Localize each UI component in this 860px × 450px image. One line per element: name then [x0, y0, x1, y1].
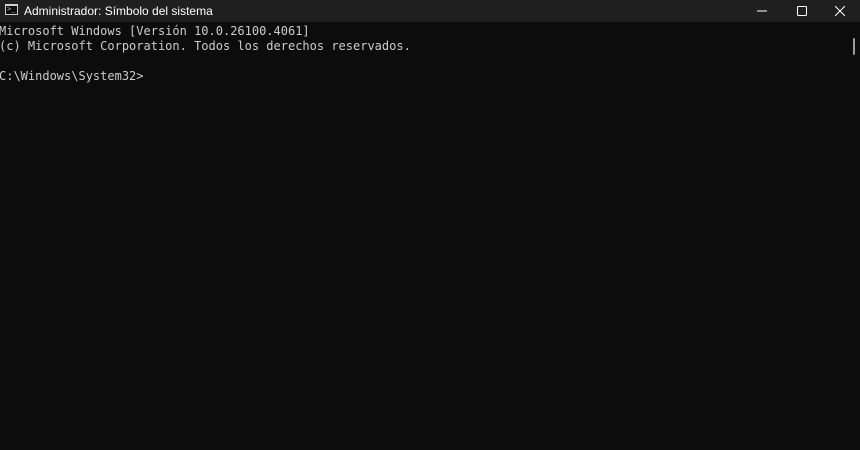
- title-bar[interactable]: >_ Administrador: Símbolo del sistema: [0, 0, 860, 22]
- terminal-output[interactable]: Microsoft Windows [Versión 10.0.26100.40…: [0, 22, 848, 450]
- vertical-scrollbar[interactable]: [848, 22, 860, 450]
- close-button[interactable]: [820, 0, 860, 22]
- minimize-button[interactable]: [742, 0, 782, 22]
- minimize-icon: [757, 10, 767, 12]
- version-line: Microsoft Windows [Versión 10.0.26100.40…: [0, 24, 310, 38]
- terminal-window: >_ Administrador: Símbolo del sistema Mi…: [0, 0, 860, 450]
- maximize-icon: [797, 6, 807, 16]
- command-prompt[interactable]: C:\Windows\System32>: [0, 69, 848, 84]
- prompt-glyph: >_: [7, 5, 16, 13]
- close-icon: [835, 6, 845, 16]
- scrollbar-thumb[interactable]: [853, 38, 855, 55]
- maximize-button[interactable]: [782, 0, 822, 22]
- copyright-line: (c) Microsoft Corporation. Todos los der…: [0, 39, 411, 53]
- window-title: Administrador: Símbolo del sistema: [24, 4, 213, 18]
- command-prompt-icon[interactable]: >_: [5, 4, 18, 15]
